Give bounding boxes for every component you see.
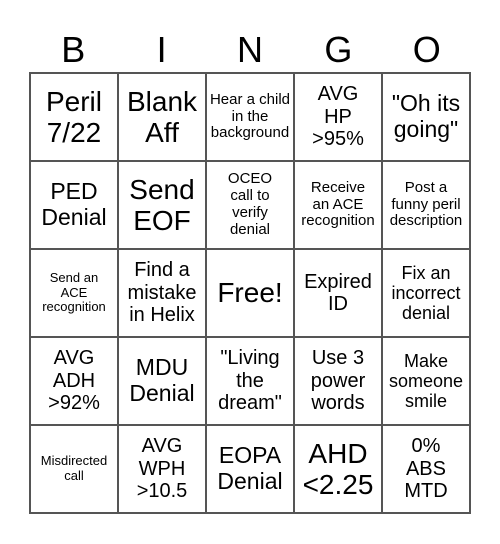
- bingo-cell[interactable]: Send an ACE recognition: [30, 249, 118, 337]
- header-letter-i: I: [156, 29, 167, 70]
- bingo-cell[interactable]: Send EOF: [118, 161, 206, 249]
- bingo-cell[interactable]: Blank Aff: [118, 73, 206, 161]
- bingo-header: B I N G O: [29, 28, 471, 72]
- bingo-card: Peril 7/22 Blank Aff Hear a child in the b…: [29, 72, 471, 514]
- bingo-cell[interactable]: Hear a child in the background: [206, 73, 294, 161]
- bingo-cell[interactable]: OCEO call to verify denial: [206, 161, 294, 249]
- bingo-cell-free[interactable]: Free!: [206, 249, 294, 337]
- bingo-cell[interactable]: AHD <2.25: [294, 425, 382, 513]
- bingo-cell[interactable]: "Living the dream": [206, 337, 294, 425]
- header-letter-g: G: [324, 29, 353, 70]
- bingo-cell[interactable]: EOPA Denial: [206, 425, 294, 513]
- bingo-cell[interactable]: Receive an ACE recognition: [294, 161, 382, 249]
- bingo-cell[interactable]: "Oh its going": [382, 73, 470, 161]
- bingo-cell[interactable]: 0% ABS MTD: [382, 425, 470, 513]
- header-letter-n: N: [236, 29, 263, 70]
- bingo-cell[interactable]: Misdirected call: [30, 425, 118, 513]
- header-letter-b: B: [61, 29, 86, 70]
- header-letter-o: O: [412, 29, 441, 70]
- bingo-cell[interactable]: AVG WPH >10.5: [118, 425, 206, 513]
- bingo-cell[interactable]: Expired ID: [294, 249, 382, 337]
- bingo-cell[interactable]: Post a funny peril description: [382, 161, 470, 249]
- bingo-cell[interactable]: AVG HP >95%: [294, 73, 382, 161]
- bingo-cell[interactable]: Find a mistake in Helix: [118, 249, 206, 337]
- bingo-cell[interactable]: AVG ADH >92%: [30, 337, 118, 425]
- bingo-cell[interactable]: PED Denial: [30, 161, 118, 249]
- bingo-cell[interactable]: Peril 7/22: [30, 73, 118, 161]
- bingo-cell[interactable]: Make someone smile: [382, 337, 470, 425]
- bingo-cell[interactable]: MDU Denial: [118, 337, 206, 425]
- bingo-cell[interactable]: Use 3 power words: [294, 337, 382, 425]
- bingo-cell[interactable]: Fix an incorrect denial: [382, 249, 470, 337]
